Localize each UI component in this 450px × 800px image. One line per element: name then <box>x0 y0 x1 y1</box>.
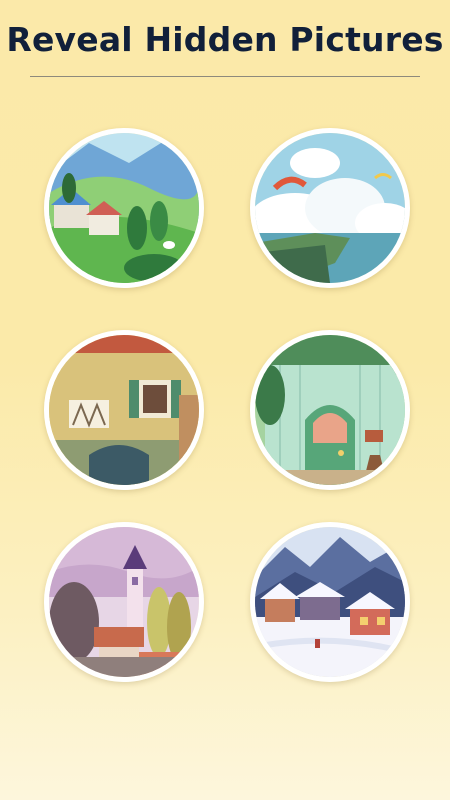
countryside-hills-thumbnail <box>49 133 199 283</box>
picture-snowy-village[interactable] <box>250 522 410 682</box>
picture-countryside-hills[interactable] <box>44 128 204 288</box>
title-divider <box>30 76 420 77</box>
picture-village-house[interactable] <box>44 330 204 490</box>
seaside-cliff-thumbnail <box>255 133 405 283</box>
snowy-village-thumbnail <box>255 527 405 677</box>
picture-green-door[interactable] <box>250 330 410 490</box>
village-house-thumbnail <box>49 335 199 485</box>
green-door-thumbnail <box>255 335 405 485</box>
picture-church-town[interactable] <box>44 522 204 682</box>
church-town-thumbnail <box>49 527 199 677</box>
picture-seaside-cliff[interactable] <box>250 128 410 288</box>
page-title: Reveal Hidden Pictures <box>6 20 444 59</box>
